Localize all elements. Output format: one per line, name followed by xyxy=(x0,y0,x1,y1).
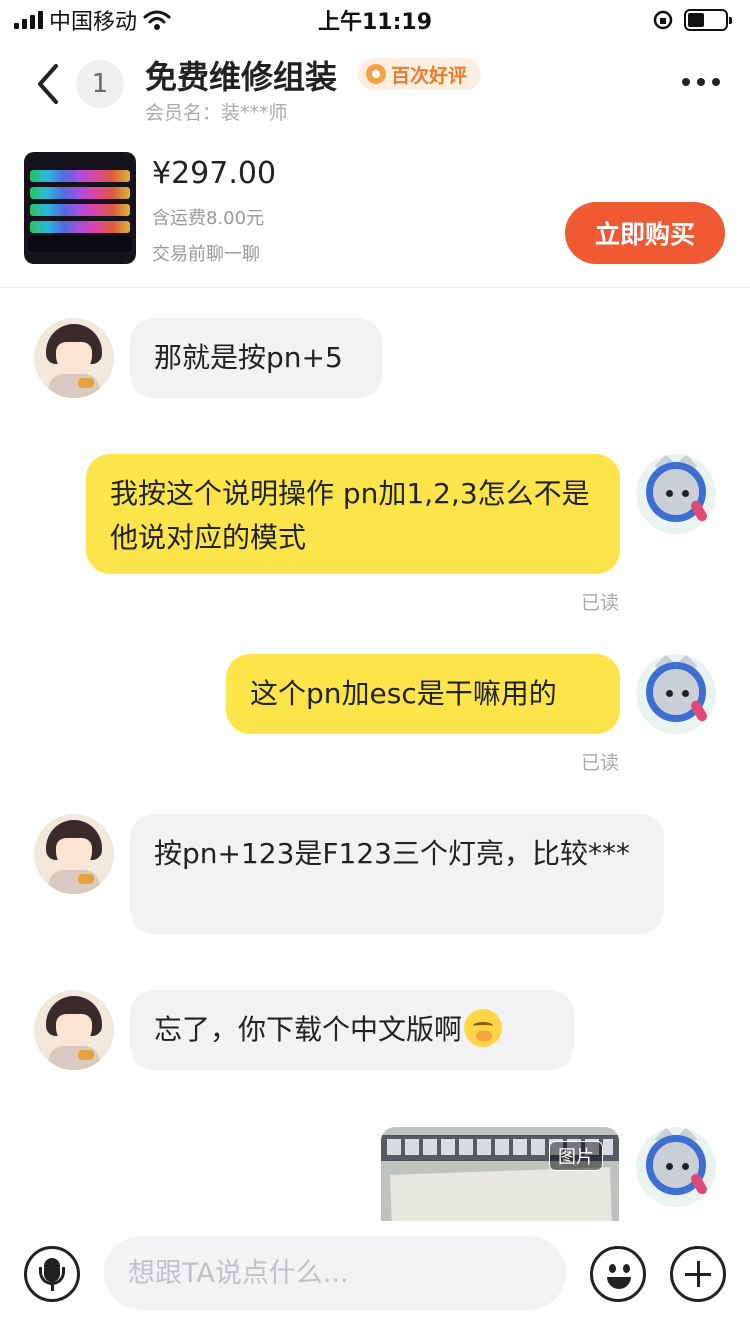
image-label: 图片 xyxy=(549,1141,603,1171)
medal-icon xyxy=(366,64,386,84)
read-status: 已读 xyxy=(581,592,620,614)
product-card[interactable]: ¥297.00 含运费8.00元 交易前聊一聊 立即购买 xyxy=(0,140,750,288)
image-message[interactable]: 图片 xyxy=(381,1127,619,1221)
buy-now-button[interactable]: 立即购买 xyxy=(565,202,725,264)
message-bubble[interactable]: 忘了，你下载个中文版啊 xyxy=(130,990,574,1070)
back-chevron-icon[interactable] xyxy=(30,62,66,106)
wifi-icon xyxy=(143,10,171,30)
shop-title: 免费维修组装 xyxy=(145,58,338,96)
product-image[interactable] xyxy=(24,152,136,264)
message-input[interactable] xyxy=(104,1236,566,1310)
status-right xyxy=(652,9,732,31)
more-dots-icon[interactable] xyxy=(682,78,720,86)
microphone-icon[interactable] xyxy=(24,1246,80,1302)
my-avatar[interactable] xyxy=(636,1127,716,1207)
chat-hint: 交易前聊一聊 xyxy=(152,244,260,265)
input-bar xyxy=(0,1222,750,1334)
message-bubble[interactable]: 这个pn加esc是干嘛用的 xyxy=(226,654,620,734)
battery-icon xyxy=(684,9,732,31)
message-list[interactable]: 那就是按pn+5 我按这个说明操作 pn加1,2,3怎么不是他说对应的模式 已读… xyxy=(0,289,750,1221)
product-price: ¥297.00 xyxy=(152,156,277,191)
shipping-fee: 含运费8.00元 xyxy=(152,208,265,229)
status-bar: 中国移动 上午11:19 xyxy=(0,0,750,40)
seller-avatar[interactable] xyxy=(34,318,114,398)
message-bubble[interactable]: 那就是按pn+5 xyxy=(130,318,382,398)
chat-header: 1 免费维修组装 百次好评 会员名：装***师 xyxy=(0,40,750,140)
rating-badge: 百次好评 xyxy=(358,58,482,90)
signal-icon xyxy=(14,11,43,29)
unread-count-badge[interactable]: 1 xyxy=(76,60,124,108)
message-bubble[interactable]: 按pn+123是F123三个灯亮，比较*** xyxy=(130,814,664,934)
carrier-name: 中国移动 xyxy=(49,10,138,35)
smiley-icon[interactable] xyxy=(590,1246,646,1302)
my-avatar[interactable] xyxy=(636,654,716,734)
rating-badge-label: 百次好评 xyxy=(391,64,468,87)
seller-avatar[interactable] xyxy=(34,990,114,1070)
rotation-lock-icon xyxy=(653,10,673,30)
my-avatar[interactable] xyxy=(636,454,716,534)
message-text: 忘了，你下载个中文版啊 xyxy=(154,1013,463,1046)
seller-avatar[interactable] xyxy=(34,814,114,894)
status-left: 中国移动 xyxy=(14,4,171,36)
member-name: 会员名：装***师 xyxy=(145,102,288,124)
read-status: 已读 xyxy=(581,752,620,774)
plus-icon[interactable] xyxy=(670,1246,726,1302)
yawn-emoji-icon xyxy=(464,1009,503,1047)
message-bubble[interactable]: 我按这个说明操作 pn加1,2,3怎么不是他说对应的模式 xyxy=(86,454,620,574)
